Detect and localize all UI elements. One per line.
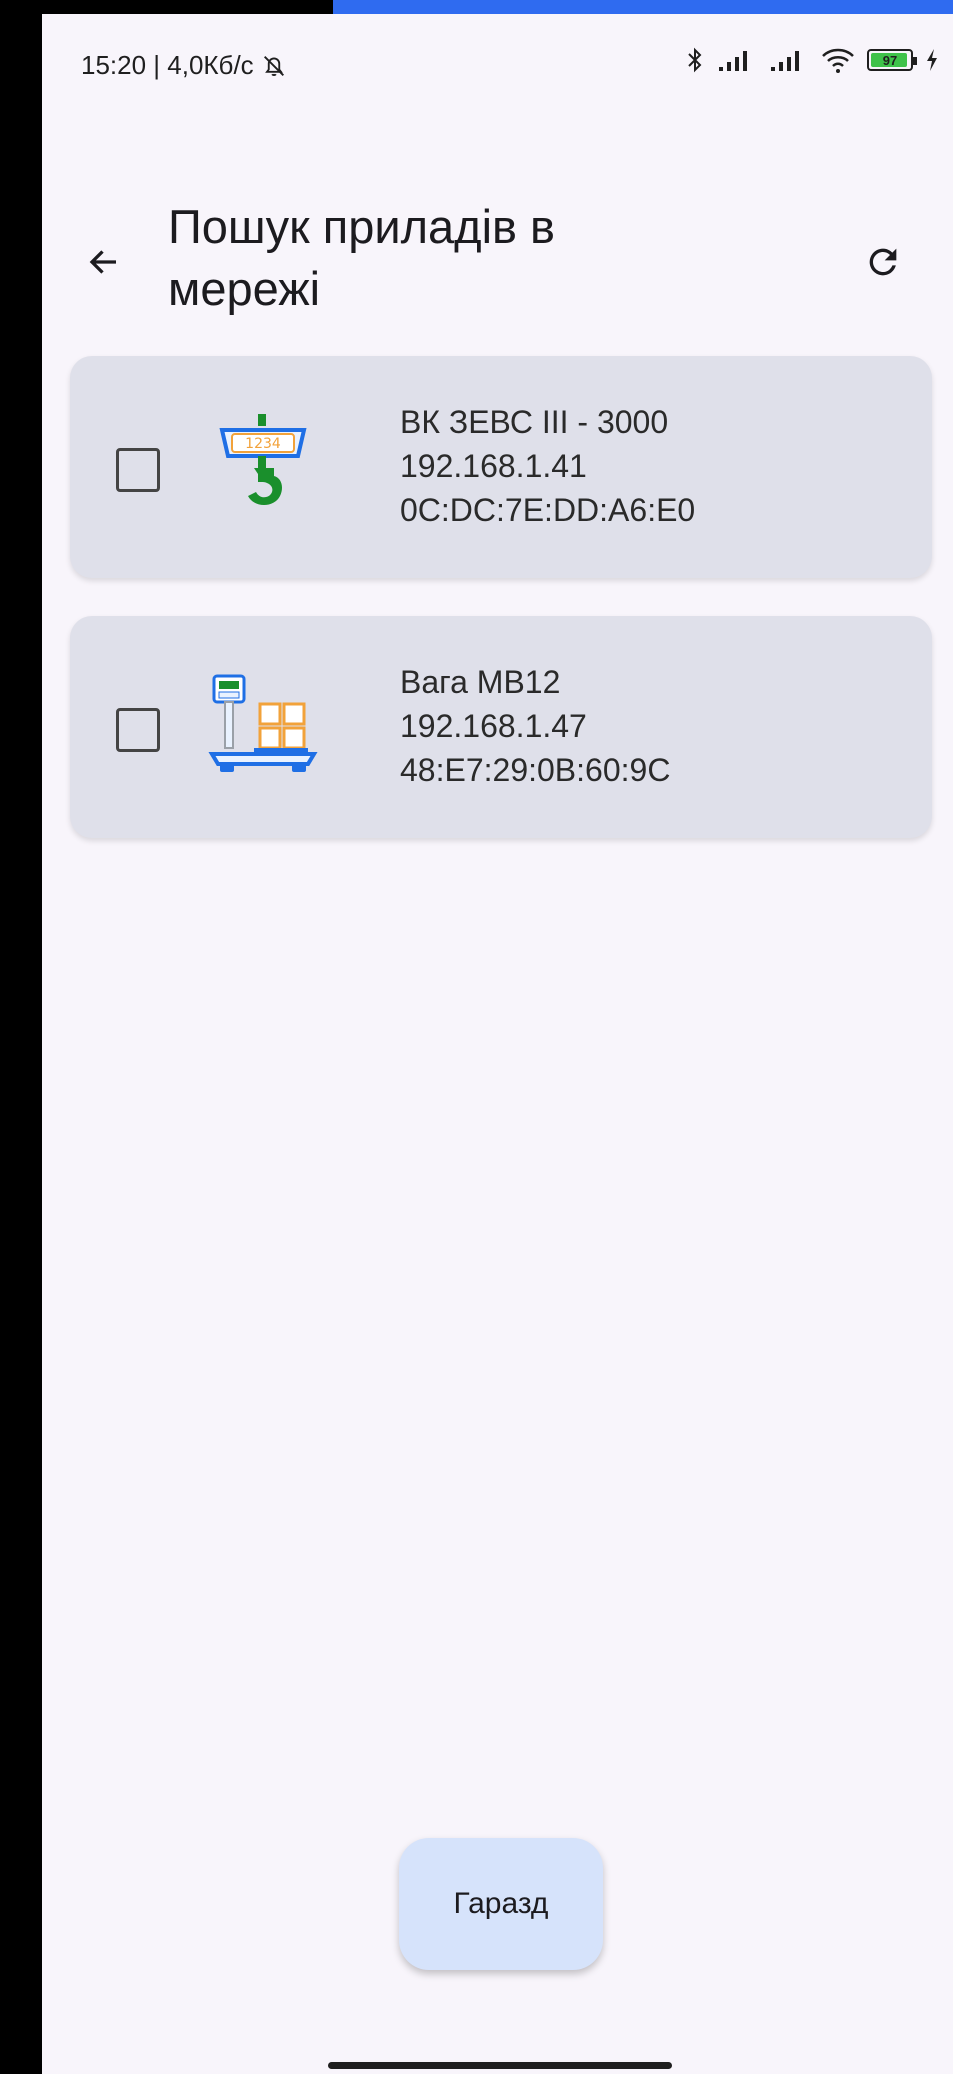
device-checkbox[interactable] — [116, 708, 160, 752]
ok-button-label: Гаразд — [453, 1887, 549, 1920]
page-title: Пошук приладів в мережі — [168, 200, 556, 315]
battery-level: 97 — [882, 52, 898, 68]
wifi-icon — [822, 48, 854, 73]
battery-icon: 97 — [867, 49, 917, 71]
refresh-button[interactable] — [853, 232, 913, 292]
device-ip: 192.168.1.47 — [400, 708, 587, 744]
device-info: ВК ЗЕВС III - 3000 192.168.1.41 0C:DC:7E… — [400, 400, 695, 532]
status-bar: 15:20 | 4,0Кб/с 97 — [42, 14, 953, 114]
crane-scale-icon: 1234 — [219, 414, 307, 505]
refresh-icon — [869, 248, 897, 276]
charging-icon — [927, 49, 937, 71]
status-right: 97 — [685, 46, 939, 74]
status-time-speed: 15:20 | 4,0Кб/с — [81, 50, 254, 80]
device-mac: 48:E7:29:0B:60:9C — [400, 752, 671, 788]
platform-scale-icon — [208, 674, 318, 772]
back-button[interactable] — [74, 232, 134, 292]
device-name: Вага MB12 — [400, 664, 561, 700]
muted-bell-icon — [263, 55, 284, 76]
device-frame: 15:20 | 4,0Кб/с 97 Пошук приладів в мере… — [0, 0, 953, 2074]
device-list: 1234 ВК ЗЕВС III - 3000 192.168.1.41 0C:… — [70, 356, 932, 876]
device-checkbox[interactable] — [116, 448, 160, 492]
device-name: ВК ЗЕВС III - 3000 — [400, 404, 669, 440]
signal-icon-sim1 — [719, 51, 747, 71]
arrow-back-icon — [89, 250, 116, 274]
bluetooth-icon — [688, 47, 702, 73]
home-indicator[interactable] — [328, 2062, 672, 2069]
ok-button[interactable]: Гаразд — [399, 1838, 603, 1970]
device-mac: 0C:DC:7E:DD:A6:E0 — [400, 492, 696, 528]
device-card[interactable]: Вага MB12 192.168.1.47 48:E7:29:0B:60:9C — [70, 616, 932, 838]
device-info: Вага MB12 192.168.1.47 48:E7:29:0B:60:9C — [400, 660, 670, 792]
app-screen: 15:20 | 4,0Кб/с 97 Пошук приладів в мере… — [42, 14, 953, 2074]
signal-icon-sim2 — [771, 51, 799, 71]
device-card[interactable]: 1234 ВК ЗЕВС III - 3000 192.168.1.41 0C:… — [70, 356, 932, 578]
app-bar: Пошук приладів в мережі — [42, 174, 953, 324]
device-ip: 192.168.1.41 — [400, 448, 587, 484]
crane-scale-display: 1234 — [245, 436, 281, 452]
status-left: 15:20 | 4,0Кб/с — [81, 50, 288, 81]
accent-bar — [333, 0, 953, 14]
